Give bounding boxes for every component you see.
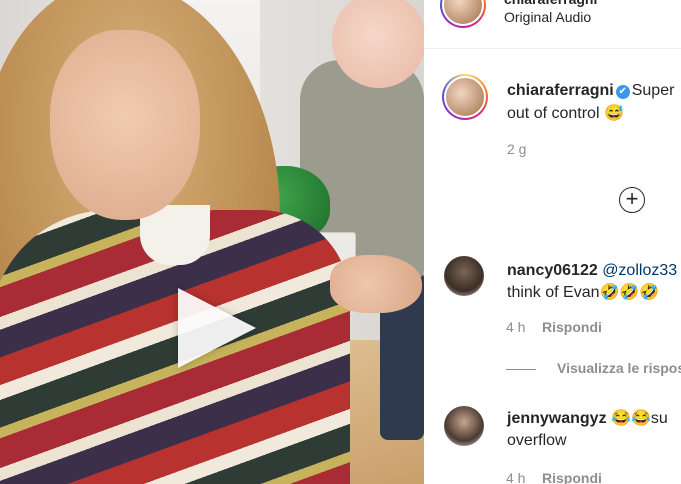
verified-badge-icon: ✔: [615, 85, 630, 99]
reply-button[interactable]: Rispondi: [542, 319, 602, 335]
comment-line2: think of Evan🤣🤣🤣: [507, 284, 660, 301]
header-divider: [424, 48, 681, 49]
caption-timestamp[interactable]: 2 g: [507, 141, 526, 157]
header-avatar[interactable]: [440, 0, 486, 28]
comment-username[interactable]: nancy06122: [507, 262, 598, 279]
reply-button[interactable]: Rispondi: [542, 470, 602, 484]
caption-line2: out of control 😅: [507, 105, 624, 122]
view-replies-label: Visualizza le risposte: [557, 360, 681, 376]
caption-line1: Super: [631, 82, 675, 99]
comment-timestamp[interactable]: 4 h: [506, 319, 525, 335]
comment-avatar[interactable]: [444, 256, 484, 296]
comment-avatar[interactable]: [444, 406, 484, 446]
original-audio-link[interactable]: Original Audio: [504, 9, 591, 25]
woman-hand: [330, 255, 422, 313]
add-circle-icon[interactable]: +: [619, 187, 645, 213]
comment-text: nancy06122 @zolloz33 think of Evan🤣🤣🤣: [507, 260, 681, 304]
comment-timestamp[interactable]: 4 h: [506, 470, 525, 484]
caption-avatar[interactable]: [442, 74, 488, 120]
video-player[interactable]: [0, 0, 424, 484]
caption-text: chiaraferragni ✔ Super out of control 😅: [507, 79, 681, 125]
comment-line1: 😂😂su: [611, 410, 668, 427]
view-replies-button[interactable]: Visualizza le risposte: [506, 360, 681, 376]
comment-line2: overflow: [507, 432, 567, 449]
woman-face: [50, 30, 200, 220]
comment-username[interactable]: jennywangyz: [507, 410, 607, 427]
post-side-panel: chiaraferragni Original Audio chiaraferr…: [424, 0, 681, 484]
comment-text: jennywangyz 😂😂su overflow: [507, 408, 681, 452]
caption-username[interactable]: chiaraferragni: [507, 82, 614, 99]
header-username[interactable]: chiaraferragni: [504, 0, 597, 7]
play-icon[interactable]: [178, 288, 256, 368]
comment-mention[interactable]: @zolloz33: [602, 262, 677, 279]
child-figure-head: [332, 0, 424, 88]
